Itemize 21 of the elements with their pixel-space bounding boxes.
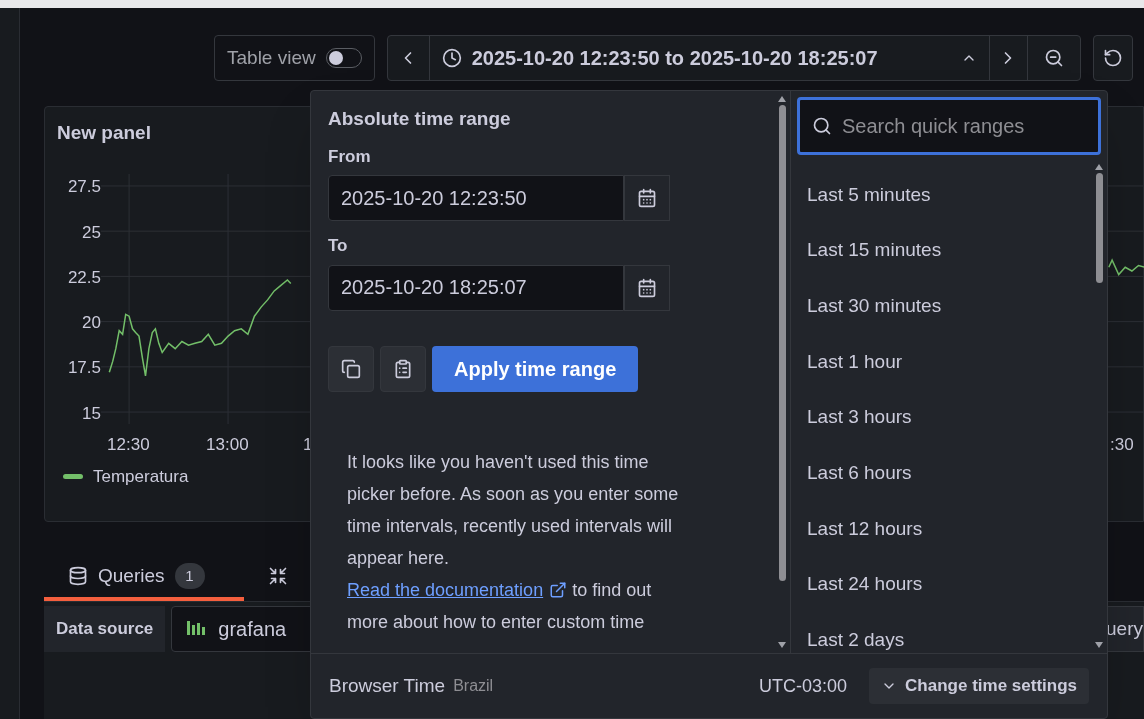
y-axis-label: 17.5 — [66, 357, 101, 380]
field-label: To — [328, 235, 349, 257]
data-source-label: Data source — [44, 606, 166, 652]
time-zone-region: Brazil — [453, 676, 494, 696]
y-axis-label: 20 — [81, 312, 101, 335]
utc-offset: UTC-03:00 — [759, 674, 848, 698]
y-axis-label: 25 — [81, 221, 101, 244]
info-paragraph: It looks like you haven't used this time picker before. As soon as you enter some time intervals, recently used intervals will appear here. Read the documentation to find out more about how to enter custom time — [347, 450, 680, 634]
y-axis-label: 22.5 — [66, 266, 101, 289]
section-heading: Absolute time range — [328, 107, 512, 131]
toggle-label: Table view — [227, 45, 316, 70]
y-axis-label: 27.5 — [66, 176, 101, 199]
x-axis-label: 13:00 — [206, 433, 249, 456]
time-zone-name: Browser Time — [329, 673, 446, 698]
x-axis-label: :30 — [1110, 433, 1134, 456]
x-axis-label: 12:30 — [107, 433, 150, 456]
count-badge: 1 — [174, 563, 205, 589]
panel-title: New panel — [56, 121, 152, 145]
legend-label: Temperatura — [93, 465, 189, 488]
field-label: From — [328, 145, 372, 168]
y-axis-label: 15 — [81, 402, 101, 425]
